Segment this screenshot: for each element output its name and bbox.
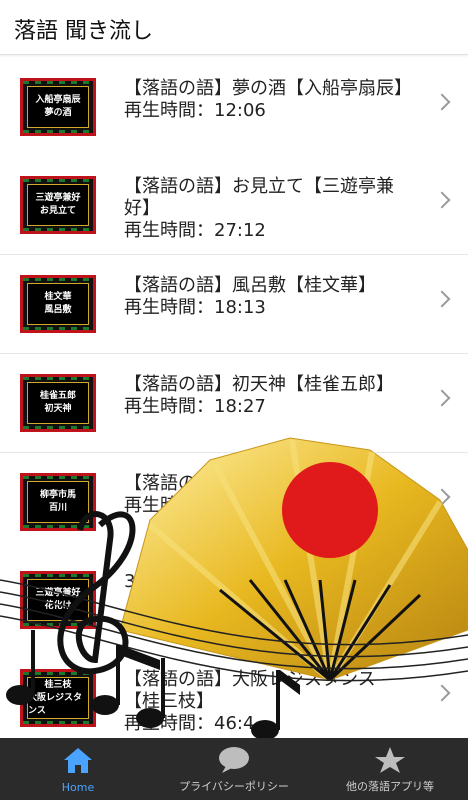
home-icon bbox=[64, 748, 92, 773]
thumbnail-performer: 三遊亭兼好 bbox=[35, 588, 81, 598]
episode-title: 【落語の語】初天神【桂雀五郎】 bbox=[124, 374, 394, 395]
nav-home[interactable]: Home bbox=[0, 738, 156, 800]
list-item[interactable]: 三遊亭兼好 お見立て 【落語の語】お見立て【三遊亭兼好】 再生時間：27:12 bbox=[0, 156, 468, 255]
list-item[interactable]: 桂三枝 大阪レジスタンス 【落語の語】大阪レジスタンス【桂三枝】 再生時間：46:4 bbox=[0, 649, 468, 738]
chevron-right-icon bbox=[433, 389, 451, 407]
thumbnail-performer: 桂三枝 bbox=[44, 679, 72, 690]
app-bar: 落語 聞き流し bbox=[0, 0, 468, 55]
bottom-navigation: Home プライバシーポリシー 他の落語アプリ等 bbox=[0, 738, 468, 800]
nav-privacy-label: プライバシーポリシー bbox=[179, 780, 289, 793]
episode-duration: 再生時間：46:4 bbox=[124, 713, 255, 734]
episode-thumbnail: 桂雀五郎 初天神 bbox=[20, 374, 96, 432]
list-item[interactable]: 桂文華風呂敷 【落語の語】風呂敷【桂文華】 再生時間：18:13 bbox=[0, 255, 468, 354]
nav-other-apps-label: 他の落語アプリ等 bbox=[346, 780, 434, 793]
episode-thumbnail: 桂文華 風呂敷 bbox=[20, 275, 96, 333]
episode-duration: 再生時 bbox=[124, 495, 178, 516]
episode-title: 【落語の bbox=[124, 473, 196, 494]
speech-bubble-icon bbox=[219, 747, 249, 773]
episode-duration: 37 bbox=[124, 571, 147, 592]
thumbnail-story: 百川 bbox=[48, 503, 67, 513]
list-item[interactable]: 柳亭市馬百川 【落語の 再生時 bbox=[0, 453, 468, 552]
star-icon bbox=[375, 747, 405, 773]
episode-title: 【落語の語】お見立て【三遊亭兼好】 bbox=[124, 176, 394, 219]
thumbnail-story: 風呂敷 bbox=[44, 305, 72, 315]
thumbnail-story: 花化け bbox=[44, 601, 72, 611]
episode-list[interactable]: 入船亭扇辰 夢の酒 【落語の語】夢の酒【入船亭扇辰】 再生時間：12:06 三遊亭兼好お… bbox=[0, 58, 468, 738]
thumbnail-story: 大阪レジスタンス bbox=[28, 692, 83, 716]
chevron-right-icon bbox=[433, 290, 451, 308]
nav-privacy-policy[interactable]: プライバシーポリシー bbox=[156, 738, 312, 800]
thumbnail-performer: 桂文華 bbox=[44, 292, 72, 302]
thumbnail-performer: 入船亭扇辰 bbox=[35, 95, 81, 105]
thumbnail-story: 初天神 bbox=[44, 404, 72, 414]
episode-thumbnail: 桂三枝大阪レジスタンス bbox=[20, 669, 96, 727]
episode-duration: 再生時間：27:12 bbox=[124, 220, 266, 241]
thumbnail-performer: 桂雀五郎 bbox=[39, 391, 76, 401]
thumbnail-story: 夢の酒 bbox=[44, 108, 72, 118]
episode-duration: 再生時間：12:06 bbox=[124, 100, 266, 121]
nav-home-label: Home bbox=[61, 781, 95, 794]
episode-duration: 再生時間：18:27 bbox=[124, 396, 266, 417]
nav-other-apps[interactable]: 他の落語アプリ等 bbox=[312, 738, 468, 800]
list-item[interactable]: 桂雀五郎初天神 【落語の語】初天神【桂雀五郎】 再生時間：18:27 bbox=[0, 354, 468, 453]
episode-title: 【落語の語】風呂敷【桂文華】 bbox=[124, 275, 376, 296]
chevron-right-icon bbox=[433, 586, 451, 604]
episode-title: 【落語の語】大阪レジスタンス【桂三枝】 bbox=[124, 669, 376, 712]
chevron-right-icon bbox=[433, 488, 451, 506]
app-title: 落語 聞き流し bbox=[14, 19, 153, 44]
list-item[interactable]: 三遊亭兼好花化け 37 bbox=[0, 551, 468, 650]
thumbnail-story: お見立て bbox=[39, 206, 76, 216]
episode-title: 【落語の語】夢の酒【入船亭扇辰】 bbox=[124, 78, 412, 99]
episode-duration: 再生時間：18:13 bbox=[124, 297, 266, 318]
episode-thumbnail: 三遊亭兼好 お見立て bbox=[20, 176, 96, 234]
thumbnail-performer: 柳亭市馬 bbox=[39, 490, 76, 500]
thumbnail-performer: 三遊亭兼好 bbox=[35, 193, 81, 203]
chevron-right-icon bbox=[433, 191, 451, 209]
episode-thumbnail: 柳亭市馬 百川 bbox=[20, 473, 96, 531]
episode-thumbnail: 三遊亭兼好 花化け bbox=[20, 571, 96, 629]
chevron-right-icon bbox=[433, 93, 451, 111]
chevron-right-icon bbox=[433, 684, 451, 702]
episode-thumbnail: 入船亭扇辰 夢の酒 bbox=[20, 78, 96, 136]
list-item[interactable]: 入船亭扇辰夢の酒 【落語の語】夢の酒【入船亭扇辰】 再生時間：12:06 bbox=[0, 58, 468, 157]
